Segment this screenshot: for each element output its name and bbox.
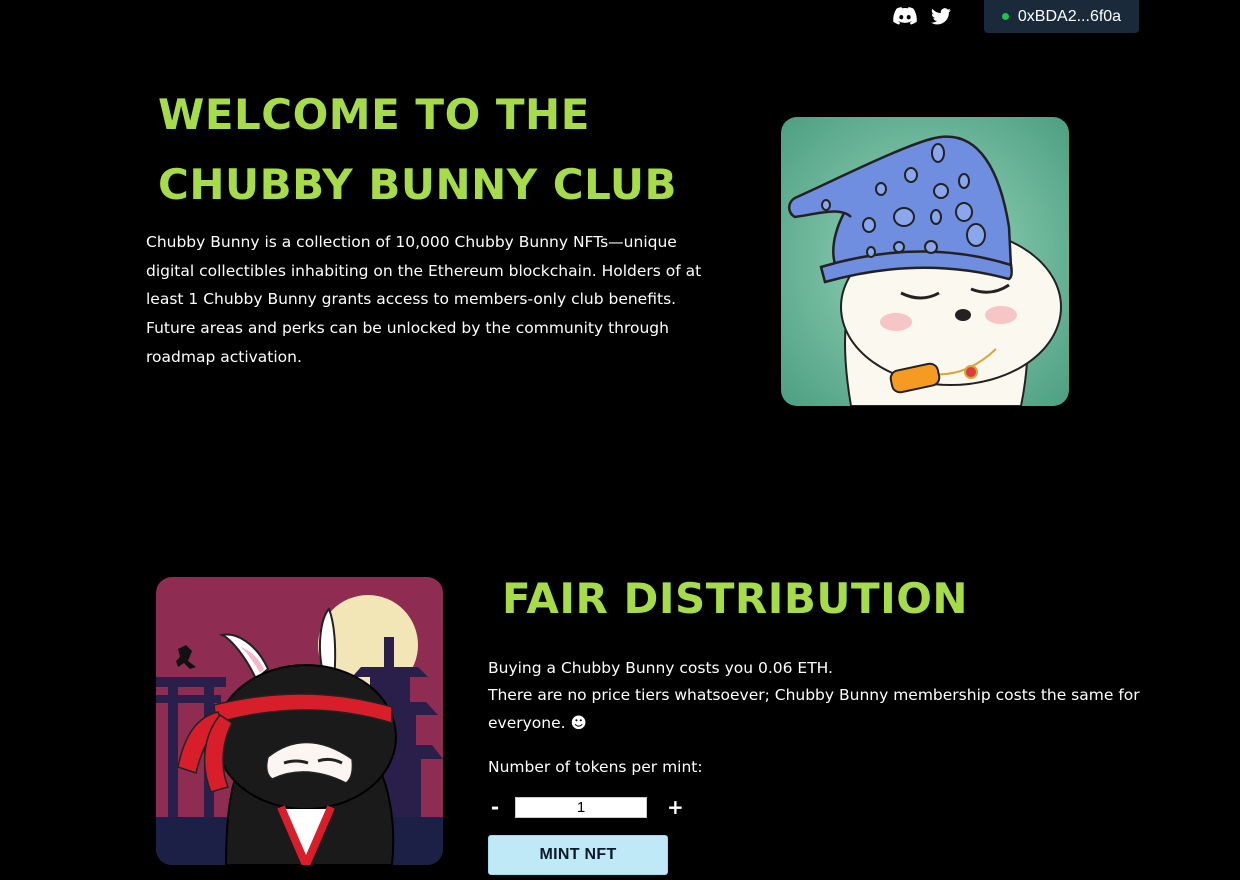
tokens-per-mint-label: Number of tokens per mint: [488,758,703,776]
price-line: Buying a Chubby Bunny costs you 0.06 ETH… [488,659,833,677]
welcome-description: Chubby Bunny is a collection of 10,000 C… [146,233,702,366]
bunny-nightcap-image [781,117,1069,406]
distribution-title: FAIR DISTRIBUTION [502,574,969,623]
wallet-address: 0xBDA2...6f0a [1017,7,1122,25]
decrement-button[interactable]: - [488,795,502,819]
connected-status-dot [1001,13,1009,20]
ninja-bunny-image [156,577,443,865]
twitter-icon[interactable] [928,5,954,27]
wallet-button[interactable]: 0xBDA2...6f0a [984,0,1139,33]
page: 0xBDA2...6f0a WELCOME TO THE CHUBBY BUNN… [0,0,1240,880]
welcome-title-line2: CHUBBY BUNNY CLUB [158,160,678,209]
quantity-stepper: - + [488,795,684,819]
welcome-title: WELCOME TO THE CHUBBY BUNNY CLUB [158,80,677,220]
discord-icon[interactable] [892,5,918,27]
increment-button[interactable]: + [667,795,684,819]
quantity-input[interactable] [515,796,647,818]
social-links [892,5,954,27]
mint-nft-button[interactable]: MINT NFT [488,835,668,875]
price-tiers-line: There are no price tiers whatsoever; Chu… [488,686,1140,732]
welcome-title-line1: WELCOME TO THE [158,90,590,139]
